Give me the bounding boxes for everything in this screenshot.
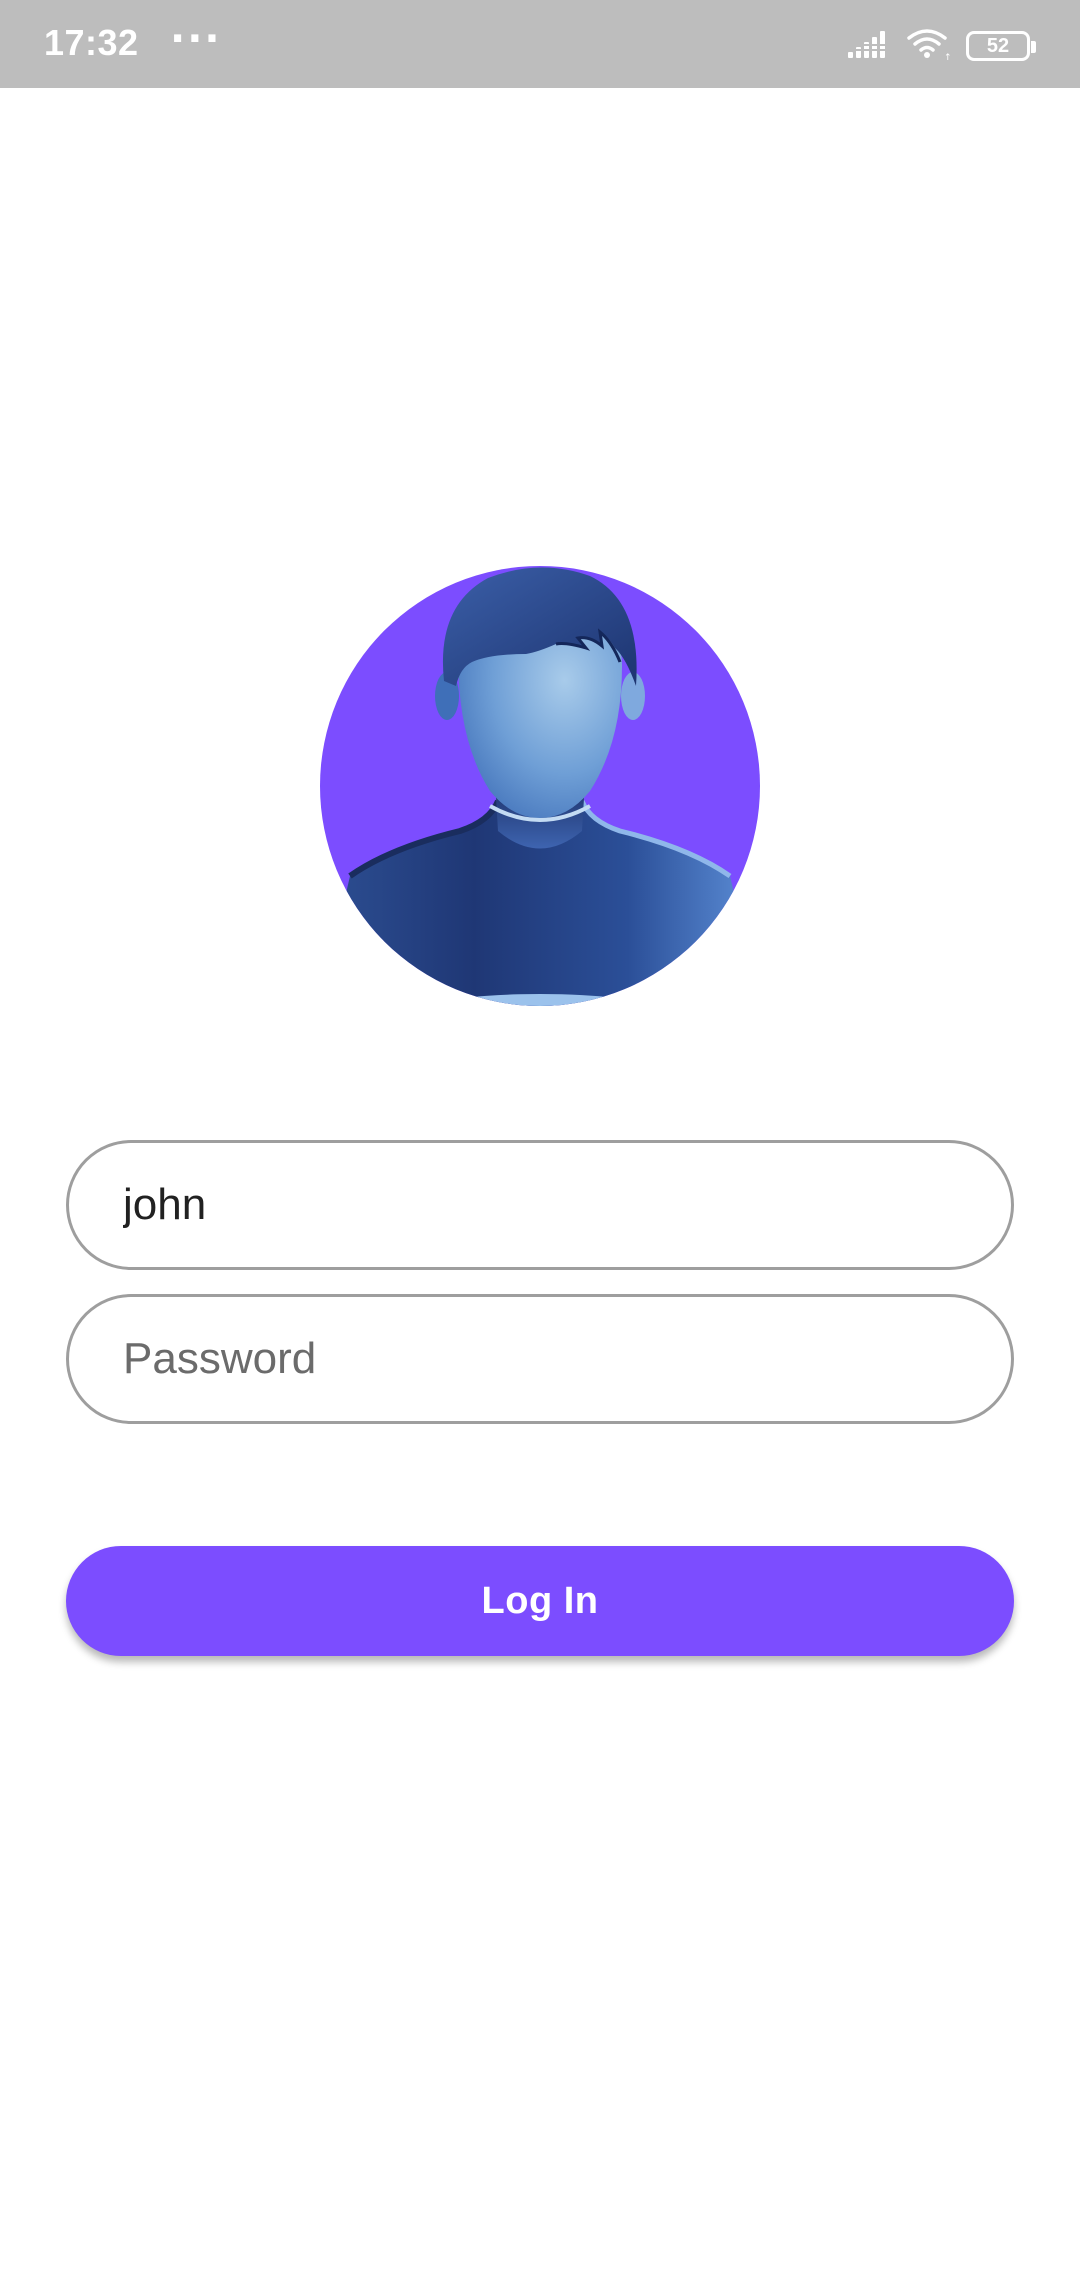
wifi-icon: ↑↓ xyxy=(906,27,959,66)
battery-icon: 52 xyxy=(966,31,1036,61)
status-bar: 17:32 ··· ↑ 52 xyxy=(0,0,1080,88)
login-button[interactable]: Log In xyxy=(66,1546,1014,1656)
svg-text:↑↓: ↑↓ xyxy=(944,53,952,61)
password-field[interactable] xyxy=(66,1294,1014,1424)
password-input[interactable] xyxy=(123,1334,1011,1384)
username-field[interactable] xyxy=(66,1140,1014,1270)
status-icons: ↑↓ 52 xyxy=(848,26,1036,66)
username-input[interactable] xyxy=(123,1180,1011,1230)
signal-icon xyxy=(848,28,892,65)
battery-level: 52 xyxy=(986,35,1010,57)
user-avatar-icon xyxy=(320,566,760,1006)
more-notifications-icon: ··· xyxy=(170,16,222,62)
status-time: 17:32 xyxy=(44,22,139,63)
login-screen: 17:32 ··· ↑ 52 john Log In xyxy=(0,0,1080,2280)
